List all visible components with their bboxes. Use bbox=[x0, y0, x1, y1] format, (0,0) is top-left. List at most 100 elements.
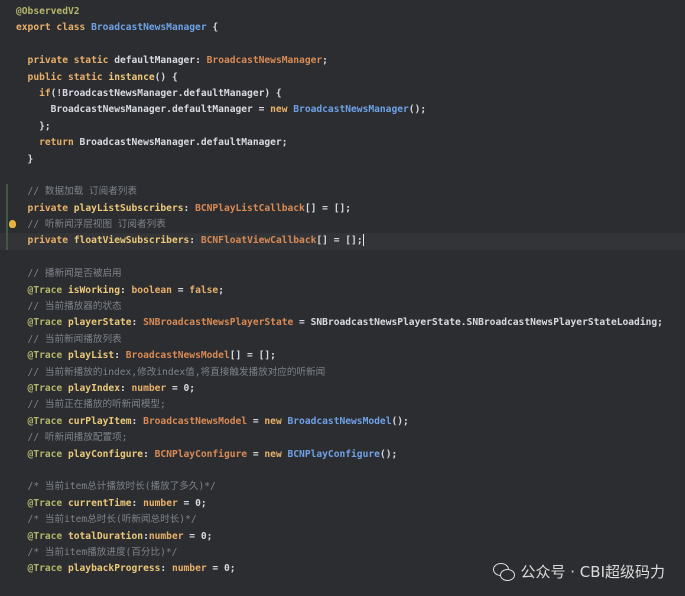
code-token: = bbox=[171, 284, 190, 296]
code-token: (!BroadcastNewsManager.defaultManager) { bbox=[50, 87, 282, 99]
code-token: (); bbox=[391, 415, 409, 427]
code-line[interactable] bbox=[0, 168, 685, 184]
code-token: playList bbox=[67, 350, 115, 362]
code-line[interactable]: @Trace totalDuration:number = 0; bbox=[0, 529, 685, 545]
code-token: @Trace bbox=[16, 497, 68, 509]
code-area[interactable]: @ObservedV2 export class BroadcastNewsMan… bbox=[0, 4, 685, 578]
code-token: : bbox=[160, 563, 172, 575]
code-token: number bbox=[171, 563, 207, 575]
code-line[interactable] bbox=[0, 463, 685, 479]
code-token: BCNPlayConfigure bbox=[287, 448, 380, 460]
code-line[interactable]: // 当前新播放的index,修改index值,将直接触发播放对应的听新闻 bbox=[0, 365, 685, 381]
code-line[interactable]: @Trace curPlayItem: BroadcastNewsModel =… bbox=[0, 414, 685, 430]
code-line[interactable]: private playListSubscribers: BCNPlayList… bbox=[0, 200, 685, 218]
code-line[interactable]: private floatViewSubscribers: BCNFloatVi… bbox=[0, 233, 685, 250]
code-token: /* 当前item播放进度(百分比)*/ bbox=[16, 546, 178, 558]
code-token: [] = []; bbox=[316, 235, 363, 247]
code-token: = bbox=[247, 415, 265, 427]
change-marker bbox=[6, 233, 8, 250]
code-token: // 听新闻浮层视图 订阅者列表 bbox=[16, 219, 166, 231]
code-line[interactable] bbox=[0, 37, 685, 53]
code-token: }; bbox=[16, 120, 51, 132]
code-token: BroadcastNewsManager.defaultManager = bbox=[16, 104, 271, 116]
code-token: (); bbox=[379, 448, 398, 460]
code-token: @Trace bbox=[16, 415, 68, 427]
code-token: (); bbox=[408, 104, 427, 116]
code-line[interactable]: @Trace playerState: SNBroadcastNewsPlaye… bbox=[0, 315, 685, 331]
code-token: playIndex bbox=[67, 382, 120, 394]
code-line[interactable]: // 播新闻是否被启用 bbox=[0, 266, 685, 282]
code-token: BroadcastNewsManager.defaultManager; bbox=[79, 137, 288, 149]
code-line[interactable]: // 数据加载 订阅者列表 bbox=[0, 184, 685, 201]
code-token: BroadcastNewsManager bbox=[91, 22, 207, 34]
code-line[interactable]: // 当前播放器的状态 bbox=[0, 299, 685, 315]
code-token: /* 当前item总计播放时长(播放了多久)*/ bbox=[16, 481, 216, 493]
code-line[interactable]: // 听新闻播放配置项; bbox=[0, 430, 685, 446]
code-token: SNBroadcastNewsPlayerState bbox=[143, 317, 294, 329]
code-token: : bbox=[183, 202, 196, 214]
code-token: playerState bbox=[67, 317, 132, 329]
code-token: BCNFloatViewCallback bbox=[200, 235, 317, 247]
watermark-text: 公众号 · CBI超级码力 bbox=[520, 563, 666, 581]
code-line[interactable]: @Trace playIndex: number = 0; bbox=[0, 381, 685, 397]
code-token: : bbox=[131, 497, 144, 509]
code-token: new bbox=[264, 415, 288, 427]
code-line[interactable]: // 当前新闻播放列表 bbox=[0, 332, 685, 348]
code-token: @Trace bbox=[16, 448, 68, 460]
code-line[interactable]: /* 当前item总计播放时长(播放了多久)*/ bbox=[0, 479, 685, 495]
code-token: ; bbox=[218, 284, 224, 296]
code-line[interactable]: public static instance() { bbox=[0, 70, 685, 86]
code-token: private static bbox=[16, 55, 115, 67]
code-line[interactable]: export class BroadcastNewsManager { bbox=[0, 20, 685, 36]
code-line[interactable]: /* 当前item总时长(听新闻总时长)*/ bbox=[0, 512, 685, 528]
code-line[interactable]: @Trace currentTime: number = 0; bbox=[0, 496, 685, 512]
code-line[interactable]: }; bbox=[0, 119, 685, 135]
code-token: = 0; bbox=[183, 530, 213, 542]
code-token: public static bbox=[16, 71, 109, 83]
code-token: isWorking bbox=[67, 284, 120, 296]
change-marker bbox=[6, 217, 8, 234]
code-line[interactable]: if(!BroadcastNewsManager.defaultManager)… bbox=[0, 86, 685, 102]
code-editor[interactable]: @ObservedV2 export class BroadcastNewsMan… bbox=[0, 0, 685, 596]
code-line[interactable]: private static defaultManager: Broadcast… bbox=[0, 53, 685, 69]
code-token: // 当前播放器的状态 bbox=[16, 301, 122, 313]
code-token: if bbox=[16, 87, 51, 99]
code-token: BroadcastNewsManager bbox=[293, 104, 409, 116]
code-token: () { bbox=[154, 71, 178, 83]
code-token: } bbox=[16, 153, 34, 165]
code-token: @Trace bbox=[16, 317, 68, 329]
code-line[interactable]: @ObservedV2 bbox=[0, 4, 685, 20]
code-token: : bbox=[119, 382, 132, 394]
code-token: @ObservedV2 bbox=[16, 6, 80, 17]
code-token: private bbox=[16, 235, 74, 247]
code-line[interactable]: // 当前正在播放的听新闻模型; bbox=[0, 397, 685, 413]
code-line[interactable]: } bbox=[0, 152, 685, 168]
code-line[interactable]: @Trace isWorking: boolean = false; bbox=[0, 283, 685, 299]
watermark: 公众号 · CBI超级码力 bbox=[492, 561, 666, 582]
code-token: @Trace bbox=[16, 382, 68, 394]
code-line[interactable]: @Trace playConfigure: BCNPlayConfigure =… bbox=[0, 447, 685, 463]
code-line[interactable]: BroadcastNewsManager.defaultManager = ne… bbox=[0, 102, 685, 118]
code-line[interactable]: // 听新闻浮层视图 订阅者列表 bbox=[0, 217, 685, 234]
code-token: return bbox=[16, 137, 80, 149]
code-line[interactable] bbox=[0, 250, 685, 266]
code-token: // 当前新播放的index,修改index值,将直接触发播放对应的听新闻 bbox=[16, 366, 326, 378]
code-token: floatViewSubscribers bbox=[73, 235, 190, 247]
code-token: ; bbox=[322, 55, 328, 67]
code-line[interactable]: @Trace playList: BroadcastNewsModel[] = … bbox=[0, 348, 685, 364]
code-token: number bbox=[143, 497, 178, 509]
code-token: // 播新闻是否被启用 bbox=[16, 268, 122, 280]
code-token: : bbox=[189, 235, 201, 247]
code-line[interactable]: /* 当前item播放进度(百分比)*/ bbox=[0, 545, 685, 561]
code-token: curPlayItem bbox=[67, 415, 132, 427]
lightbulb-icon[interactable] bbox=[9, 220, 16, 229]
text-caret bbox=[362, 234, 364, 247]
change-marker bbox=[6, 184, 8, 201]
code-token: BCNPlayConfigure bbox=[154, 448, 248, 460]
code-line[interactable]: return BroadcastNewsManager.defaultManag… bbox=[0, 135, 685, 151]
code-token: @Trace bbox=[16, 530, 68, 542]
code-token: // 听新闻播放配置项; bbox=[16, 432, 128, 444]
code-token: : bbox=[131, 317, 144, 329]
code-token: [] = []; bbox=[229, 350, 276, 362]
code-token: totalDuration bbox=[67, 530, 144, 542]
